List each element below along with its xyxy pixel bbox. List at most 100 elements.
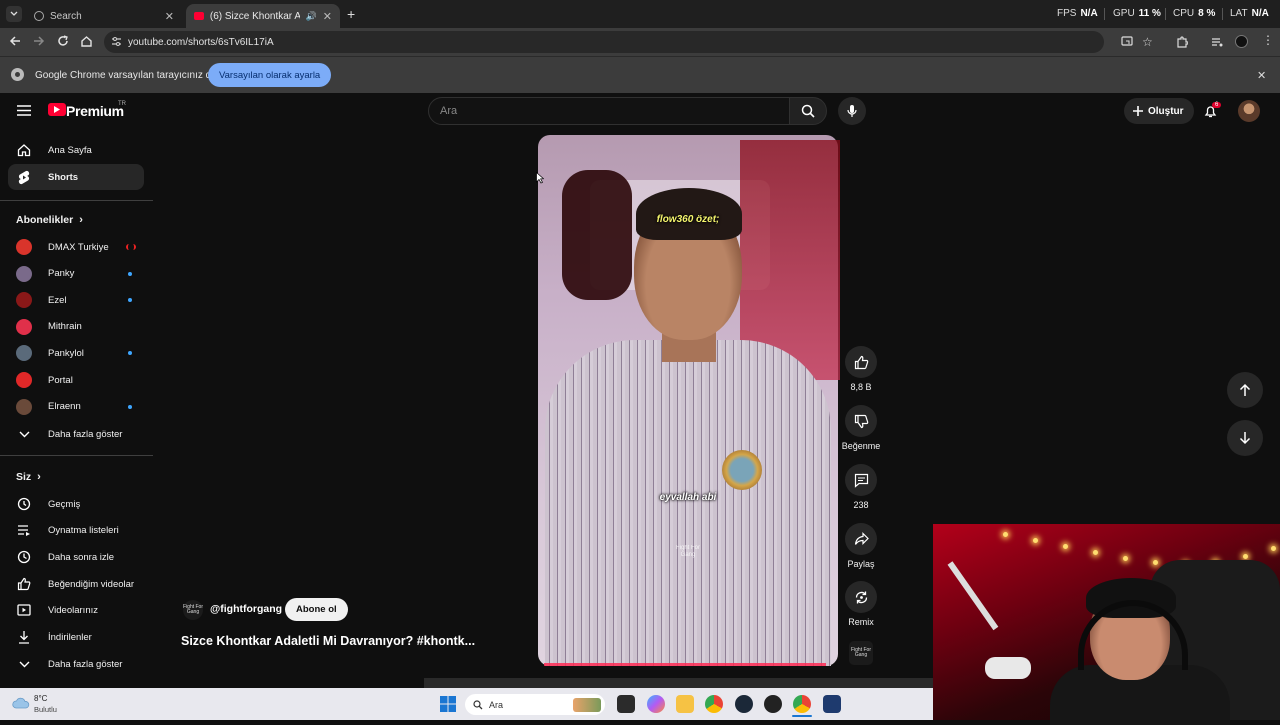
home-icon[interactable]: [80, 35, 93, 47]
sidebar-subscription-item[interactable]: Ezel: [8, 287, 144, 313]
thumbs-down-icon: [854, 414, 868, 428]
subscriptions-header[interactable]: Abonelikler ›: [16, 214, 83, 226]
task-view-icon[interactable]: [617, 695, 635, 713]
dislike-button[interactable]: [845, 405, 877, 437]
chrome-icon[interactable]: [705, 695, 723, 713]
close-icon[interactable]: ✕: [323, 10, 332, 23]
close-icon[interactable]: ✕: [1257, 69, 1266, 82]
sidebar-item-your-videos[interactable]: Videolarınız: [8, 597, 144, 623]
copilot-icon[interactable]: [647, 695, 665, 713]
forward-arrow-icon[interactable]: [33, 35, 45, 47]
share-icon: [854, 532, 869, 545]
channel-name[interactable]: @fightforgang: [210, 603, 282, 615]
sidebar-item-history[interactable]: Geçmiş: [8, 491, 144, 517]
url-text: youtube.com/shorts/6sTv6IL17iA: [128, 36, 274, 48]
hamburger-menu-icon[interactable]: [17, 105, 31, 116]
search-button[interactable]: [789, 97, 827, 125]
sidebar-item-liked-videos[interactable]: Beğendiğim videolar: [8, 571, 144, 597]
live-icon: [126, 244, 136, 250]
infobar-message: Google Chrome varsayılan tarayıcınız değ…: [35, 70, 227, 81]
account-avatar[interactable]: [1238, 100, 1260, 122]
subscribe-button[interactable]: Abone ol: [285, 598, 348, 621]
back-arrow-icon[interactable]: [9, 35, 21, 47]
video-watermark: Fight For Gang: [676, 545, 701, 558]
previous-short-button[interactable]: [1227, 372, 1263, 408]
comments-button[interactable]: [845, 464, 877, 496]
taskbar-search[interactable]: Ara: [465, 694, 605, 715]
remix-button[interactable]: [845, 581, 877, 613]
divider: [1165, 8, 1166, 20]
sidebar-item-watch-later[interactable]: Daha sonra izle: [8, 544, 144, 570]
share-button[interactable]: [845, 523, 877, 555]
sidebar-item-downloads[interactable]: İndirilenler: [8, 624, 144, 650]
sidebar-item-playlists[interactable]: Oynatma listeleri: [8, 517, 144, 543]
sidebar-item-shorts[interactable]: Shorts: [8, 164, 144, 190]
channel-avatar: [16, 345, 32, 362]
bookmark-star-icon[interactable]: ☆: [1142, 35, 1153, 49]
steam-icon[interactable]: [735, 695, 753, 713]
sidebar-subscription-item[interactable]: Portal: [8, 367, 144, 393]
create-button[interactable]: Oluştur: [1124, 98, 1194, 124]
tab-search-button[interactable]: [6, 6, 22, 22]
reload-icon[interactable]: [57, 35, 69, 47]
next-short-button[interactable]: [1227, 420, 1263, 456]
voice-search-button[interactable]: [838, 97, 866, 125]
tab-title: (6) Sizce Khontkar Adaletli M: [209, 10, 300, 22]
sidebar-subscription-item[interactable]: Pankylol: [8, 340, 144, 366]
sidebar-item-home[interactable]: Ana Sayfa: [8, 137, 144, 163]
new-content-dot: [128, 351, 132, 356]
short-title[interactable]: Sizce Khontkar Adaletli Mi Davranıyor? #…: [181, 634, 481, 648]
remix-label: Remix: [848, 617, 874, 627]
history-icon: [17, 497, 31, 511]
divider: [1222, 8, 1223, 20]
media-control-icon[interactable]: [1211, 36, 1223, 48]
sidebar-item-label: DMAX Turkiye: [48, 241, 109, 253]
like-button[interactable]: [845, 346, 877, 378]
section-title: Siz: [16, 471, 32, 483]
search-icon: [473, 699, 483, 709]
perf-cpu: CPU 8 %: [1173, 8, 1216, 19]
youtube-logo-icon[interactable]: [48, 103, 66, 116]
sidebar-subscription-item[interactable]: DMAX Turkiye: [8, 234, 144, 260]
show-more-subscriptions[interactable]: Daha fazla göster: [8, 421, 144, 447]
weather-description[interactable]: Bulutlu: [34, 705, 57, 714]
divider: [0, 200, 153, 201]
active-app-indicator: [792, 715, 812, 717]
close-icon[interactable]: ✕: [165, 10, 174, 23]
premium-logo-text[interactable]: Premium: [66, 103, 124, 119]
sidebar-subscription-item[interactable]: Panky: [8, 261, 144, 287]
sound-thumbnail[interactable]: Fight For Gang: [849, 641, 873, 665]
new-content-dot: [128, 271, 132, 276]
new-content-dot: [128, 404, 132, 409]
channel-avatar[interactable]: Fight For Gang: [183, 600, 203, 620]
stage-backdrop: [562, 170, 632, 300]
more-vert-icon[interactable]: ⋮: [1262, 34, 1274, 46]
weather-temperature[interactable]: 8°C: [34, 694, 47, 703]
windows-start-icon[interactable]: [440, 696, 456, 712]
show-more-you[interactable]: Daha fazla göster: [8, 651, 144, 677]
extensions-icon[interactable]: [1176, 36, 1188, 48]
obs-icon[interactable]: [764, 695, 782, 713]
address-bar[interactable]: youtube.com/shorts/6sTv6IL17iA: [104, 31, 1104, 53]
video-progress-bar[interactable]: [544, 663, 827, 666]
profile-icon[interactable]: [1235, 35, 1248, 48]
tab-search[interactable]: Search ✕: [26, 4, 182, 28]
channel-avatar: [16, 372, 32, 388]
site-info-icon[interactable]: [111, 36, 122, 47]
chrome-active-icon[interactable]: [793, 695, 811, 713]
playlist-icon: [18, 525, 30, 536]
sidebar-subscription-item[interactable]: Mithrain: [8, 314, 144, 340]
set-default-button[interactable]: Varsayılan olarak ayarla: [208, 63, 332, 87]
speaker-icon[interactable]: 🔊: [306, 11, 317, 22]
you-header[interactable]: Siz ›: [16, 471, 41, 483]
sidebar-subscription-item[interactable]: Elraenn: [8, 394, 144, 420]
sidebar-item-label: Daha sonra izle: [48, 551, 115, 563]
chrome-logo-icon: [11, 68, 24, 81]
file-explorer-icon[interactable]: [676, 695, 694, 713]
new-tab-button[interactable]: +: [347, 6, 355, 22]
search-input[interactable]: Ara: [428, 97, 790, 125]
vscode-icon[interactable]: [823, 695, 841, 713]
download-icon: [19, 631, 29, 644]
tab-youtube[interactable]: (6) Sizce Khontkar Adaletli M 🔊 ✕: [186, 4, 340, 28]
cast-icon[interactable]: [1121, 36, 1133, 47]
